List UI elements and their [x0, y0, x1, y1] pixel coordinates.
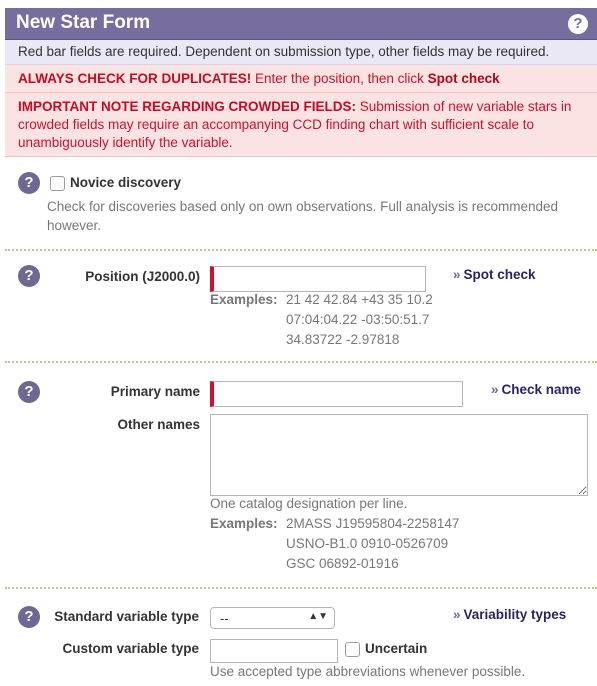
custom-variable-type-input[interactable] [210, 639, 338, 663]
check-name-link[interactable]: » Check name [491, 382, 581, 397]
names-examples-label: Examples: [210, 516, 278, 531]
up-down-arrows-icon: ▲▼ [308, 611, 328, 622]
position-examples-label: Examples: [210, 292, 278, 307]
position-example-2: 07:04:04.22 -03:50:51.7 [286, 312, 430, 327]
position-label: Position (J2000.0) [85, 269, 200, 284]
question-circle-icon[interactable]: ? [18, 265, 40, 287]
uncertain-checkbox[interactable] [345, 642, 360, 657]
crowded-note-bold: IMPORTANT NOTE REGARDING CROWDED FIELDS: [18, 99, 356, 114]
double-chevron-right-icon: » [491, 382, 499, 397]
standard-variable-type-value: -- [220, 611, 229, 626]
custom-variable-type-label: Custom variable type [62, 641, 199, 656]
question-circle-icon[interactable]: ? [18, 606, 40, 628]
info-bar: Red bar fields are required. Dependent o… [5, 40, 597, 65]
double-chevron-right-icon: » [453, 267, 461, 282]
double-chevron-right-icon: » [453, 607, 461, 622]
primary-name-input[interactable] [210, 381, 463, 407]
novice-discovery-label: Novice discovery [70, 175, 182, 190]
variability-types-label: Variability types [463, 607, 567, 622]
divider [5, 249, 597, 251]
duplicate-warning-bold: ALWAYS CHECK FOR DUPLICATES! [18, 71, 252, 86]
question-circle-icon[interactable]: ? [18, 172, 40, 194]
crowded-fields-note: IMPORTANT NOTE REGARDING CROWDED FIELDS:… [5, 93, 597, 157]
other-names-label: Other names [117, 417, 200, 432]
form-title: New Star Form [16, 12, 151, 33]
spot-check-link[interactable]: » Spot check [453, 267, 536, 282]
other-names-hint: One catalog designation per line. [210, 496, 408, 511]
standard-variable-type-select[interactable]: -- ▲▼ [210, 607, 335, 629]
question-circle-icon[interactable]: ? [18, 381, 40, 403]
other-names-textarea[interactable] [210, 414, 588, 496]
names-example-3: GSC 06892-01916 [286, 556, 399, 571]
divider [5, 587, 597, 589]
question-circle-icon[interactable]: ? [568, 14, 588, 34]
duplicate-warning: ALWAYS CHECK FOR DUPLICATES! Enter the p… [5, 65, 597, 93]
novice-discovery-checkbox[interactable] [50, 176, 65, 191]
primary-name-label: Primary name [110, 384, 200, 399]
spot-check-label: Spot check [463, 267, 536, 282]
novice-discovery-help: Check for discoveries based only on own … [47, 199, 558, 233]
uncertain-label: Uncertain [365, 641, 428, 656]
position-input[interactable] [210, 266, 426, 292]
variable-type-hint: Use accepted type abbreviations whenever… [210, 664, 526, 679]
duplicate-spot-check-link[interactable]: Spot check [428, 71, 500, 86]
check-name-label: Check name [501, 382, 582, 397]
position-example-3: 34.83722 -2.97818 [286, 332, 400, 347]
position-example-1: 21 42 42.84 +43 35 10.2 [286, 292, 433, 307]
variability-types-link[interactable]: » Variability types [453, 607, 566, 622]
form-title-bar: New Star Form ? [5, 8, 597, 40]
divider [5, 361, 597, 363]
required-info-text: Red bar fields are required. Dependent o… [18, 44, 550, 59]
duplicate-warning-text: Enter the position, then click [251, 71, 428, 86]
names-example-1: 2MASS J19595804-2258147 [286, 516, 460, 531]
standard-variable-type-label: Standard variable type [54, 609, 199, 624]
names-example-2: USNO-B1.0 0910-0526709 [286, 536, 449, 551]
